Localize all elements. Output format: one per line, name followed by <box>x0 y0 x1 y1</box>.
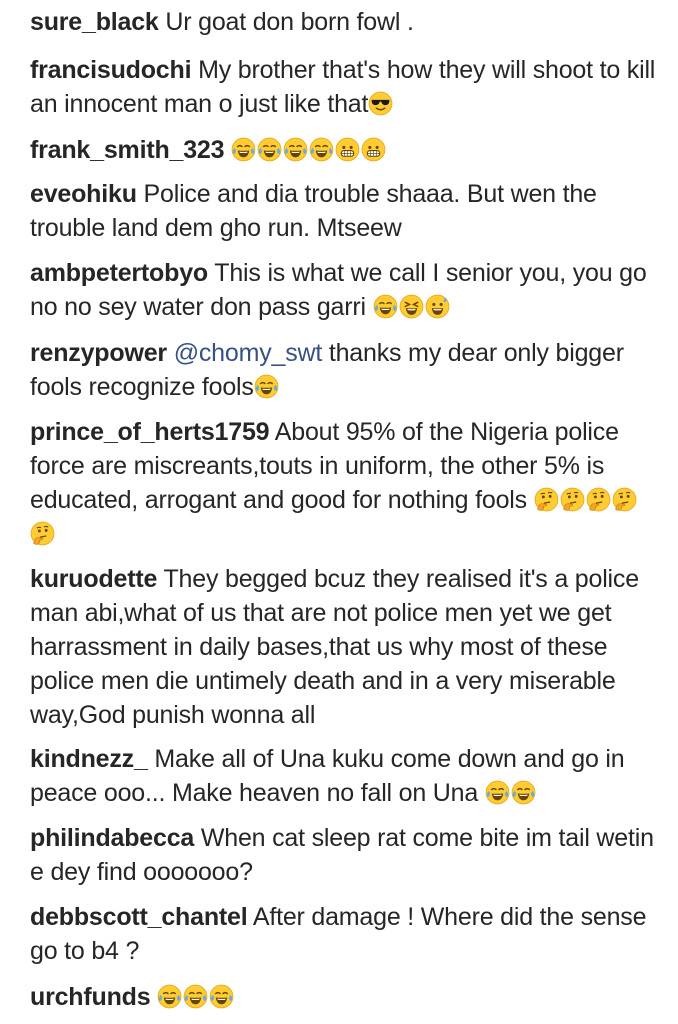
comment-item: urchfunds <box>30 980 660 1014</box>
grinning-face-icon <box>335 137 360 162</box>
comment-username[interactable]: ambpetertobyo <box>30 259 208 287</box>
comment-username[interactable]: kindnezz_ <box>30 745 148 773</box>
comment-item: kuruodette They begged bcuz they realise… <box>30 562 660 732</box>
thinking-face-icon <box>30 521 55 546</box>
tears-of-joy-icon <box>183 984 208 1009</box>
comment-username[interactable]: urchfunds <box>30 983 151 1011</box>
comment-username[interactable]: prince_of_herts1759 <box>30 418 270 446</box>
tears-of-joy-icon <box>209 984 234 1009</box>
tears-of-joy-icon <box>254 374 279 399</box>
comment-item: debbscott_chantel After damage ! Where d… <box>30 900 660 968</box>
emoji-row <box>157 983 235 1011</box>
tears-of-joy-icon <box>157 984 182 1009</box>
tears-of-joy-icon <box>231 137 256 162</box>
comment-username[interactable]: frank_smith_323 <box>30 136 225 164</box>
emoji-row <box>254 373 280 401</box>
tears-of-joy-icon <box>257 137 282 162</box>
comment-username[interactable]: philindabecca <box>30 824 194 852</box>
comment-username[interactable]: sure_black <box>30 8 159 36</box>
comment-username[interactable]: eveohiku <box>30 180 137 208</box>
emoji-row <box>368 90 394 118</box>
squinting-laugh-icon <box>399 294 424 319</box>
comment-item: eveohiku Police and dia trouble shaaa. B… <box>30 177 660 245</box>
thinking-face-icon <box>534 487 559 512</box>
comment-mention[interactable]: @chomy_swt <box>174 339 323 367</box>
comment-text: Ur goat don born fowl . <box>165 8 414 36</box>
emoji-row <box>373 293 451 321</box>
comment-username[interactable]: kuruodette <box>30 565 157 593</box>
comment-item: sure_black Ur goat don born fowl . <box>30 5 660 39</box>
thinking-face-icon <box>586 487 611 512</box>
tears-of-joy-icon <box>373 294 398 319</box>
tears-of-joy-icon <box>309 137 334 162</box>
comment-item: ambpetertobyo This is what we call I sen… <box>30 256 660 324</box>
emoji-row <box>485 779 537 807</box>
tears-of-joy-icon <box>283 137 308 162</box>
grinning-face-icon <box>361 137 386 162</box>
tears-of-joy-icon <box>485 780 510 805</box>
sunglasses-face-icon <box>368 91 393 116</box>
comment-item: francisudochi My brother that's how they… <box>30 53 660 121</box>
sweat-smile-icon <box>425 294 450 319</box>
comment-item: frank_smith_323 <box>30 133 660 167</box>
comment-item: philindabecca When cat sleep rat come bi… <box>30 821 660 889</box>
comment-username[interactable]: francisudochi <box>30 56 192 84</box>
emoji-row <box>231 136 387 164</box>
comment-username[interactable]: debbscott_chantel <box>30 903 248 931</box>
thinking-face-icon <box>560 487 585 512</box>
comment-item: prince_of_herts1759 About 95% of the Nig… <box>30 415 660 551</box>
thinking-face-icon <box>612 487 637 512</box>
tears-of-joy-icon <box>511 780 536 805</box>
comments-list: sure_black Ur goat don born fowl . franc… <box>0 0 678 1024</box>
comment-item: renzypower @chomy_swt thanks my dear onl… <box>30 336 660 404</box>
comment-item: kindnezz_ Make all of Una kuku come down… <box>30 742 660 810</box>
comment-username[interactable]: renzypower <box>30 339 167 367</box>
